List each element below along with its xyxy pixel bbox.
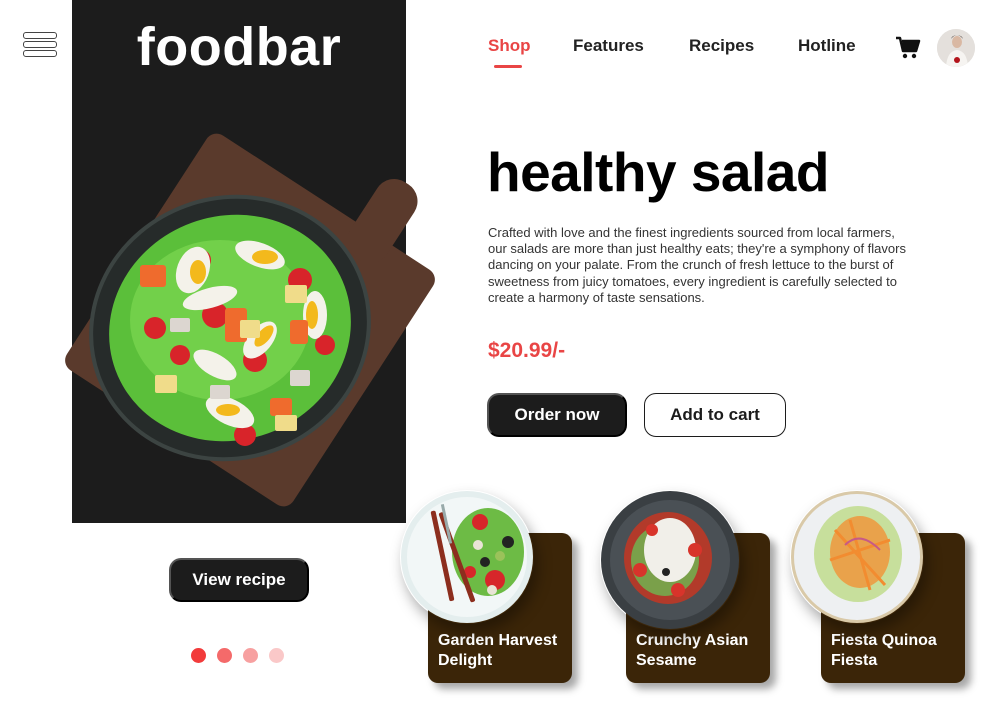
product-card-title: Fiesta Quinoa Fiesta	[831, 632, 937, 669]
nav-item-features[interactable]: Features	[573, 36, 644, 56]
nav-item-shop[interactable]: Shop	[488, 36, 531, 56]
avatar-person-icon	[937, 29, 975, 67]
hamburger-menu-icon[interactable]	[23, 32, 57, 60]
carousel-indicator	[191, 648, 284, 663]
nav-item-hotline[interactable]: Hotline	[798, 36, 856, 56]
asian-sesame-plate-image	[601, 491, 739, 629]
carousel-dot[interactable]	[269, 648, 284, 663]
product-description: Crafted with love and the finest ingredi…	[488, 225, 906, 305]
product-price: $20.99/-	[488, 339, 566, 362]
view-recipe-button[interactable]: View recipe	[169, 558, 309, 602]
menu-bar	[23, 32, 57, 39]
menu-bar	[23, 50, 57, 57]
hero-salad-image	[65, 133, 435, 507]
garden-salad-plate-image	[401, 491, 533, 623]
nav-item-recipes[interactable]: Recipes	[689, 36, 754, 56]
quinoa-salad-plate-image	[791, 491, 923, 623]
add-to-cart-button[interactable]: Add to cart	[644, 393, 786, 437]
product-card-title: Crunchy Asian Sesame	[636, 632, 749, 669]
shopping-cart-icon[interactable]	[895, 36, 921, 60]
product-title: healthy salad	[487, 141, 829, 203]
carousel-dot[interactable]	[217, 648, 232, 663]
brand-logo[interactable]: foodbar	[72, 16, 406, 78]
product-card-title: Garden Harvest Delight	[438, 632, 558, 669]
nav-active-indicator	[494, 65, 522, 68]
carousel-dot[interactable]	[191, 648, 206, 663]
menu-bar	[23, 41, 57, 48]
carousel-dot[interactable]	[243, 648, 258, 663]
user-avatar[interactable]	[937, 29, 975, 67]
order-now-button[interactable]: Order now	[487, 393, 627, 437]
